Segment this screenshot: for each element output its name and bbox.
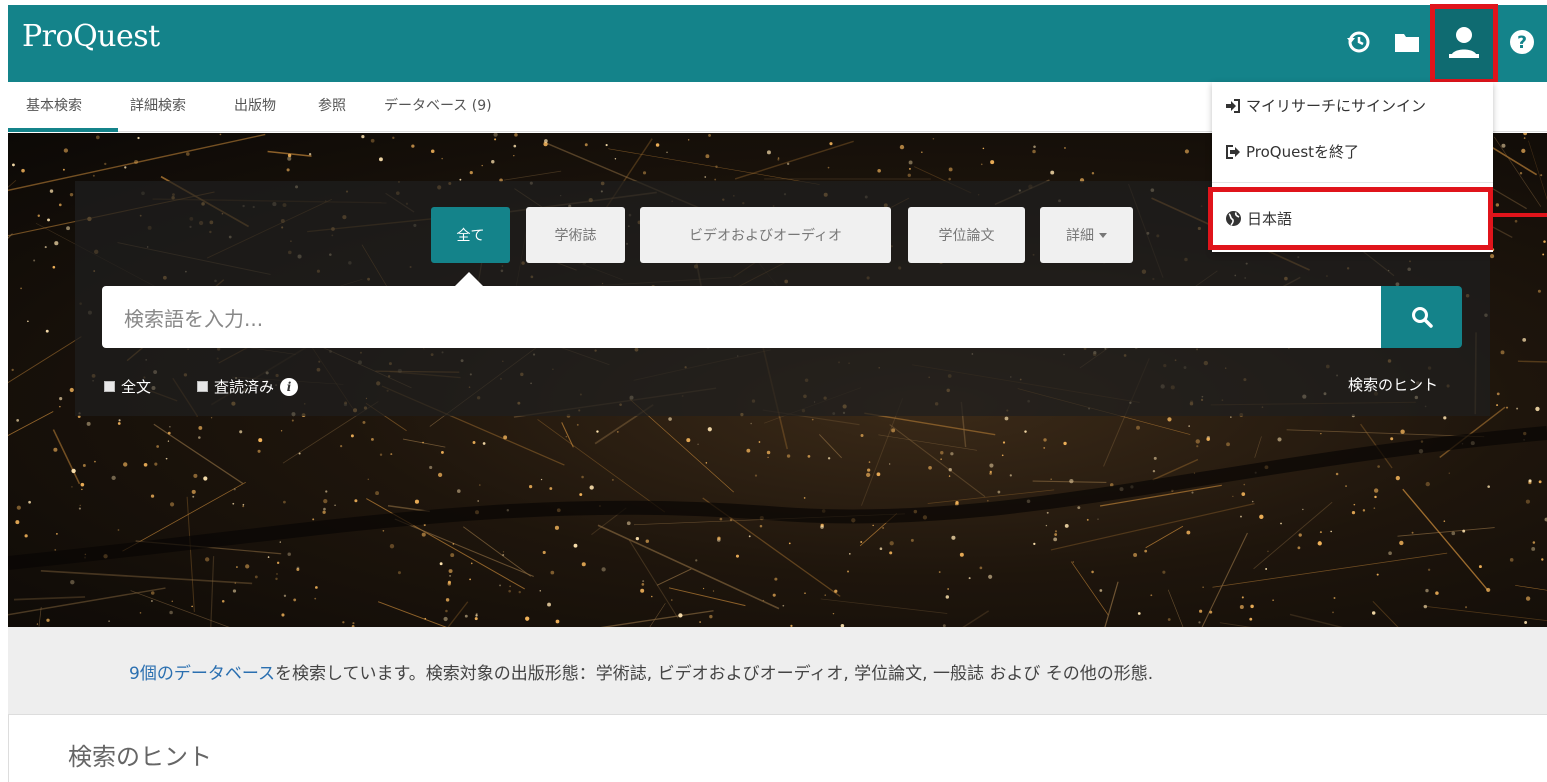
tab-more-label: 詳細 (1066, 228, 1094, 244)
proquest-logo[interactable]: ProQuest (22, 19, 160, 54)
svg-text:?: ? (1517, 33, 1527, 53)
content-left-border (8, 715, 9, 782)
tab-all[interactable]: 全て (431, 207, 510, 263)
sign-in-label: マイリサーチにサインイン (1246, 97, 1427, 115)
fulltext-checkbox[interactable]: 全文 (104, 376, 151, 397)
callout-line (1493, 213, 1547, 217)
language-highlight-box (1208, 187, 1493, 250)
database-info-text: 9個のデータベースを検索しています。検索対象の出版形態：学術誌, ビデオおよびオ… (129, 659, 1153, 684)
help-icon[interactable]: ? (1505, 25, 1539, 59)
search-placeholder: 検索語を入力... (124, 306, 264, 331)
peer-reviewed-checkbox[interactable]: 査読済み i (197, 376, 299, 397)
menu-divider (1212, 182, 1493, 183)
caret-down-icon (1099, 232, 1107, 238)
database-count-link[interactable]: 9個のデータベース (129, 664, 275, 684)
active-tab-pointer (455, 272, 483, 286)
nav-advanced-search[interactable]: 詳細検索 (130, 95, 186, 115)
search-button[interactable] (1381, 286, 1462, 348)
user-highlight-box (1430, 4, 1498, 84)
menu-item-sign-in[interactable]: マイリサーチにサインイン (1225, 95, 1426, 116)
nav-browse[interactable]: 参照 (318, 95, 346, 115)
tab-more[interactable]: 詳細 (1040, 207, 1133, 263)
fulltext-label: 全文 (121, 378, 152, 396)
tab-video-audio[interactable]: ビデオおよびオーディオ (640, 207, 891, 263)
search-tips-heading: 検索のヒント (68, 743, 212, 771)
tab-dissertations[interactable]: 学位論文 (908, 207, 1025, 263)
sign-in-icon (1226, 98, 1240, 113)
peer-reviewed-checkbox-box[interactable] (197, 381, 208, 392)
fulltext-checkbox-box[interactable] (104, 381, 115, 392)
search-tips-link[interactable]: 検索のヒント (1348, 374, 1438, 395)
info-icon[interactable]: i (280, 377, 299, 396)
menu-item-exit-proquest[interactable]: ProQuestを終了 (1225, 141, 1359, 162)
history-icon[interactable] (1341, 25, 1375, 59)
sign-out-icon (1226, 144, 1240, 159)
search-input[interactable]: 検索語を入力... (102, 286, 1381, 348)
search-icon (1411, 307, 1433, 328)
exit-proquest-label: ProQuestを終了 (1246, 143, 1360, 161)
folder-icon[interactable] (1390, 25, 1424, 59)
nav-basic-search[interactable]: 基本検索 (26, 95, 82, 115)
top-header: ProQuest ? (8, 5, 1547, 82)
peer-reviewed-label: 査読済み (214, 378, 275, 396)
nav-active-indicator (8, 128, 118, 132)
database-info-description: を検索しています。検索対象の出版形態：学術誌, ビデオおよびオーディオ, 学位論… (274, 664, 1154, 684)
nav-databases[interactable]: データベース (9) (384, 95, 492, 115)
nav-publications[interactable]: 出版物 (234, 95, 276, 115)
tab-scholarly-journals[interactable]: 学術誌 (526, 207, 625, 263)
